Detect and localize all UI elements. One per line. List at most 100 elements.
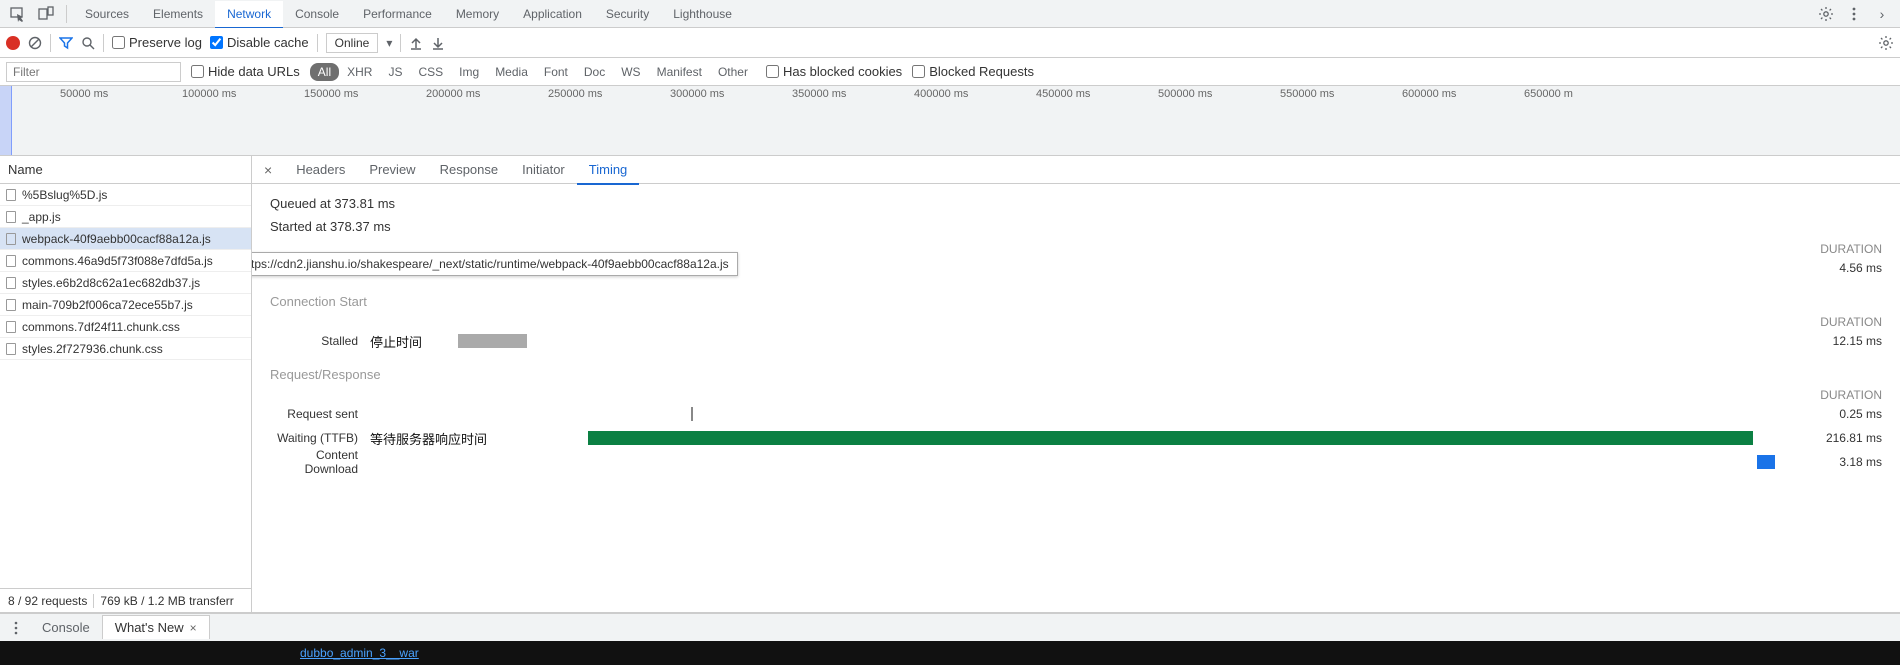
network-toolbar: Preserve log Disable cache Online ▾ bbox=[0, 28, 1900, 58]
timing-queued-at: Queued at 373.81 ms bbox=[270, 196, 1882, 211]
device-toolbar-icon[interactable] bbox=[36, 4, 56, 24]
detail-tab-initiator[interactable]: Initiator bbox=[510, 156, 577, 183]
blocked-requests-label: Blocked Requests bbox=[929, 64, 1034, 79]
overview-tick: 150000 ms bbox=[304, 88, 358, 100]
throttling-select[interactable]: Online bbox=[326, 33, 379, 53]
request-name: commons.7df24f11.chunk.css bbox=[22, 320, 180, 334]
overview-tick: 250000 ms bbox=[548, 88, 602, 100]
filter-type-css[interactable]: CSS bbox=[410, 63, 451, 81]
panel-tab-security[interactable]: Security bbox=[594, 1, 661, 27]
disable-cache-checkbox[interactable]: Disable cache bbox=[210, 35, 309, 50]
filter-bar: Hide data URLs AllXHRJSCSSImgMediaFontDo… bbox=[0, 58, 1900, 86]
separator bbox=[66, 5, 67, 23]
panel-tab-lighthouse[interactable]: Lighthouse bbox=[661, 1, 744, 27]
preserve-log-checkbox[interactable]: Preserve log bbox=[112, 35, 202, 50]
filter-type-doc[interactable]: Doc bbox=[576, 63, 613, 81]
status-transferred: 769 kB / 1.2 MB transferr bbox=[100, 594, 233, 608]
filter-type-xhr[interactable]: XHR bbox=[339, 63, 380, 81]
filter-input[interactable] bbox=[6, 62, 181, 82]
file-icon bbox=[6, 255, 16, 267]
request-list: %5Bslug%5D.js _app.js webpack-40f9aebb00ca… bbox=[0, 184, 251, 588]
request-name: _app.js bbox=[22, 210, 61, 224]
overview-tick: 200000 ms bbox=[426, 88, 480, 100]
search-icon[interactable] bbox=[81, 36, 95, 50]
panel-tab-sources[interactable]: Sources bbox=[73, 1, 141, 27]
filter-type-other[interactable]: Other bbox=[710, 63, 756, 81]
request-name: webpack-40f9aebb00cacf88a12a.js bbox=[22, 232, 211, 246]
request-row[interactable]: _app.js bbox=[0, 206, 251, 228]
request-list-header-name[interactable]: Name bbox=[0, 156, 251, 184]
filter-toggle-icon[interactable] bbox=[59, 36, 73, 50]
export-har-icon[interactable] bbox=[431, 36, 445, 50]
settings-icon[interactable] bbox=[1816, 4, 1836, 24]
status-requests: 8 / 92 requests bbox=[8, 594, 87, 608]
clear-button[interactable] bbox=[28, 36, 42, 50]
timing-row-request-sent: Request sent 0.25 ms bbox=[270, 402, 1882, 426]
filter-type-media[interactable]: Media bbox=[487, 63, 536, 81]
request-row[interactable]: webpack-40f9aebb00cacf88a12a.js bbox=[0, 228, 251, 250]
timeline-overview[interactable]: 50000 ms 100000 ms 150000 ms 200000 ms 25000… bbox=[0, 86, 1900, 156]
overview-tick: 550000 ms bbox=[1280, 88, 1334, 100]
detail-tab-preview[interactable]: Preview bbox=[357, 156, 427, 183]
overview-tick: 50000 ms bbox=[60, 88, 108, 100]
detail-tab-timing[interactable]: Timing bbox=[577, 156, 640, 185]
request-row[interactable]: commons.46a9d5f73f088e7dfd5a.js bbox=[0, 250, 251, 272]
more-icon[interactable] bbox=[1844, 4, 1864, 24]
section-request-response: Request/Response bbox=[270, 367, 1882, 382]
inspect-element-icon[interactable] bbox=[8, 4, 28, 24]
drawer-more-icon[interactable] bbox=[6, 621, 26, 635]
has-blocked-cookies-label: Has blocked cookies bbox=[783, 64, 902, 79]
detail-pane: × HeadersPreviewResponseInitiatorTiming … bbox=[252, 156, 1900, 612]
request-row[interactable]: commons.7df24f11.chunk.css bbox=[0, 316, 251, 338]
timing-row-content-download: Content Download 3.18 ms bbox=[270, 450, 1882, 474]
request-row[interactable]: styles.e6b2d8c62a1ec682db37.js bbox=[0, 272, 251, 294]
chevron-right-icon[interactable]: › bbox=[1872, 4, 1892, 24]
import-har-icon[interactable] bbox=[409, 36, 423, 50]
detail-tab-response[interactable]: Response bbox=[428, 156, 511, 183]
request-row[interactable]: main-709b2f006ca72ece55b7.js bbox=[0, 294, 251, 316]
duration-header: DURATION bbox=[1792, 242, 1882, 256]
blocked-requests-checkbox[interactable]: Blocked Requests bbox=[912, 64, 1034, 79]
timing-row-waiting: Waiting (TTFB) 等待服务器响应时间 216.81 ms bbox=[270, 426, 1882, 450]
separator bbox=[50, 34, 51, 52]
drawer-tab-what-s-new[interactable]: What's New× bbox=[102, 615, 210, 639]
panel-tab-elements[interactable]: Elements bbox=[141, 1, 215, 27]
overview-tick: 100000 ms bbox=[182, 88, 236, 100]
overview-tick: 400000 ms bbox=[914, 88, 968, 100]
detail-tab-headers[interactable]: Headers bbox=[284, 156, 357, 183]
throttling-dropdown-icon[interactable]: ▾ bbox=[386, 36, 392, 50]
overview-tick: 650000 m bbox=[1524, 88, 1573, 100]
drawer-tab-console[interactable]: Console bbox=[30, 616, 102, 639]
ide-tab-label[interactable]: dubbo_admin_3__war bbox=[300, 646, 419, 660]
filter-type-ws[interactable]: WS bbox=[613, 63, 648, 81]
file-icon bbox=[6, 233, 16, 245]
detail-tabs: × HeadersPreviewResponseInitiatorTiming bbox=[252, 156, 1900, 184]
record-button[interactable] bbox=[6, 36, 20, 50]
close-detail-icon[interactable]: × bbox=[256, 162, 280, 178]
close-icon[interactable]: × bbox=[190, 621, 197, 635]
url-tooltip: https://cdn2.jianshu.io/shakespeare/_nex… bbox=[252, 252, 738, 276]
request-row[interactable]: styles.2f727936.chunk.css bbox=[0, 338, 251, 360]
panel-tab-application[interactable]: Application bbox=[511, 1, 594, 27]
request-name: main-709b2f006ca72ece55b7.js bbox=[22, 298, 193, 312]
request-row[interactable]: %5Bslug%5D.js bbox=[0, 184, 251, 206]
network-settings-icon[interactable] bbox=[1878, 35, 1894, 51]
overview-selection[interactable] bbox=[0, 86, 12, 155]
panel-tab-network[interactable]: Network bbox=[215, 1, 283, 29]
panel-tab-memory[interactable]: Memory bbox=[444, 1, 511, 27]
throttling-value: Online bbox=[335, 36, 370, 50]
preserve-log-label: Preserve log bbox=[129, 35, 202, 50]
filter-type-font[interactable]: Font bbox=[536, 63, 576, 81]
filter-type-all[interactable]: All bbox=[310, 63, 339, 81]
has-blocked-cookies-checkbox[interactable]: Has blocked cookies bbox=[766, 64, 902, 79]
filter-type-manifest[interactable]: Manifest bbox=[649, 63, 710, 81]
filter-type-js[interactable]: JS bbox=[380, 63, 410, 81]
separator bbox=[317, 34, 318, 52]
hide-data-urls-checkbox[interactable]: Hide data URLs bbox=[191, 64, 300, 79]
panel-tabs: SourcesElementsNetworkConsolePerformance… bbox=[0, 0, 1900, 28]
panel-tab-console[interactable]: Console bbox=[283, 1, 351, 27]
panel-tab-performance[interactable]: Performance bbox=[351, 1, 444, 27]
filter-type-img[interactable]: Img bbox=[451, 63, 487, 81]
timing-started-at: Started at 378.37 ms bbox=[270, 219, 1882, 234]
file-icon bbox=[6, 277, 16, 289]
